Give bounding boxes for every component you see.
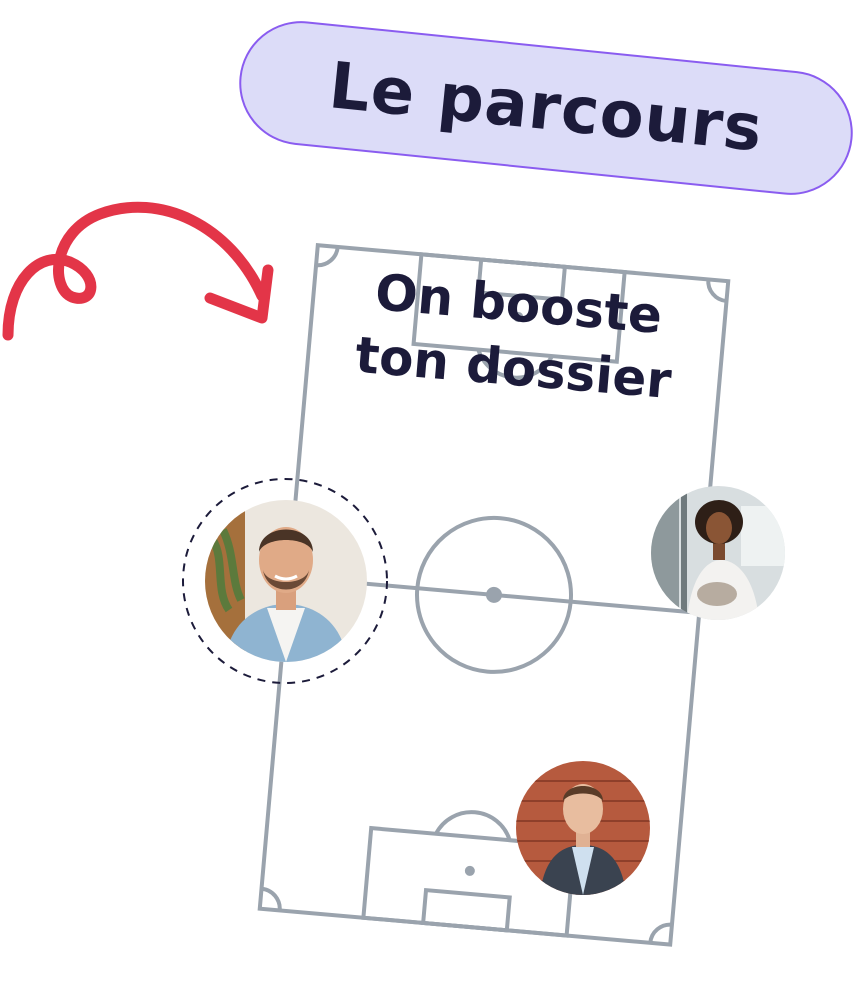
center-spot (486, 586, 503, 603)
avatar-man-suit (516, 761, 650, 895)
bottom-goal-box (420, 887, 512, 933)
page-canvas: Le parcours On booste ton dossier (0, 0, 864, 993)
avatar-man-denim (205, 500, 367, 662)
bottom-penalty-spot (464, 865, 475, 876)
avatar-woman-office (651, 486, 785, 620)
